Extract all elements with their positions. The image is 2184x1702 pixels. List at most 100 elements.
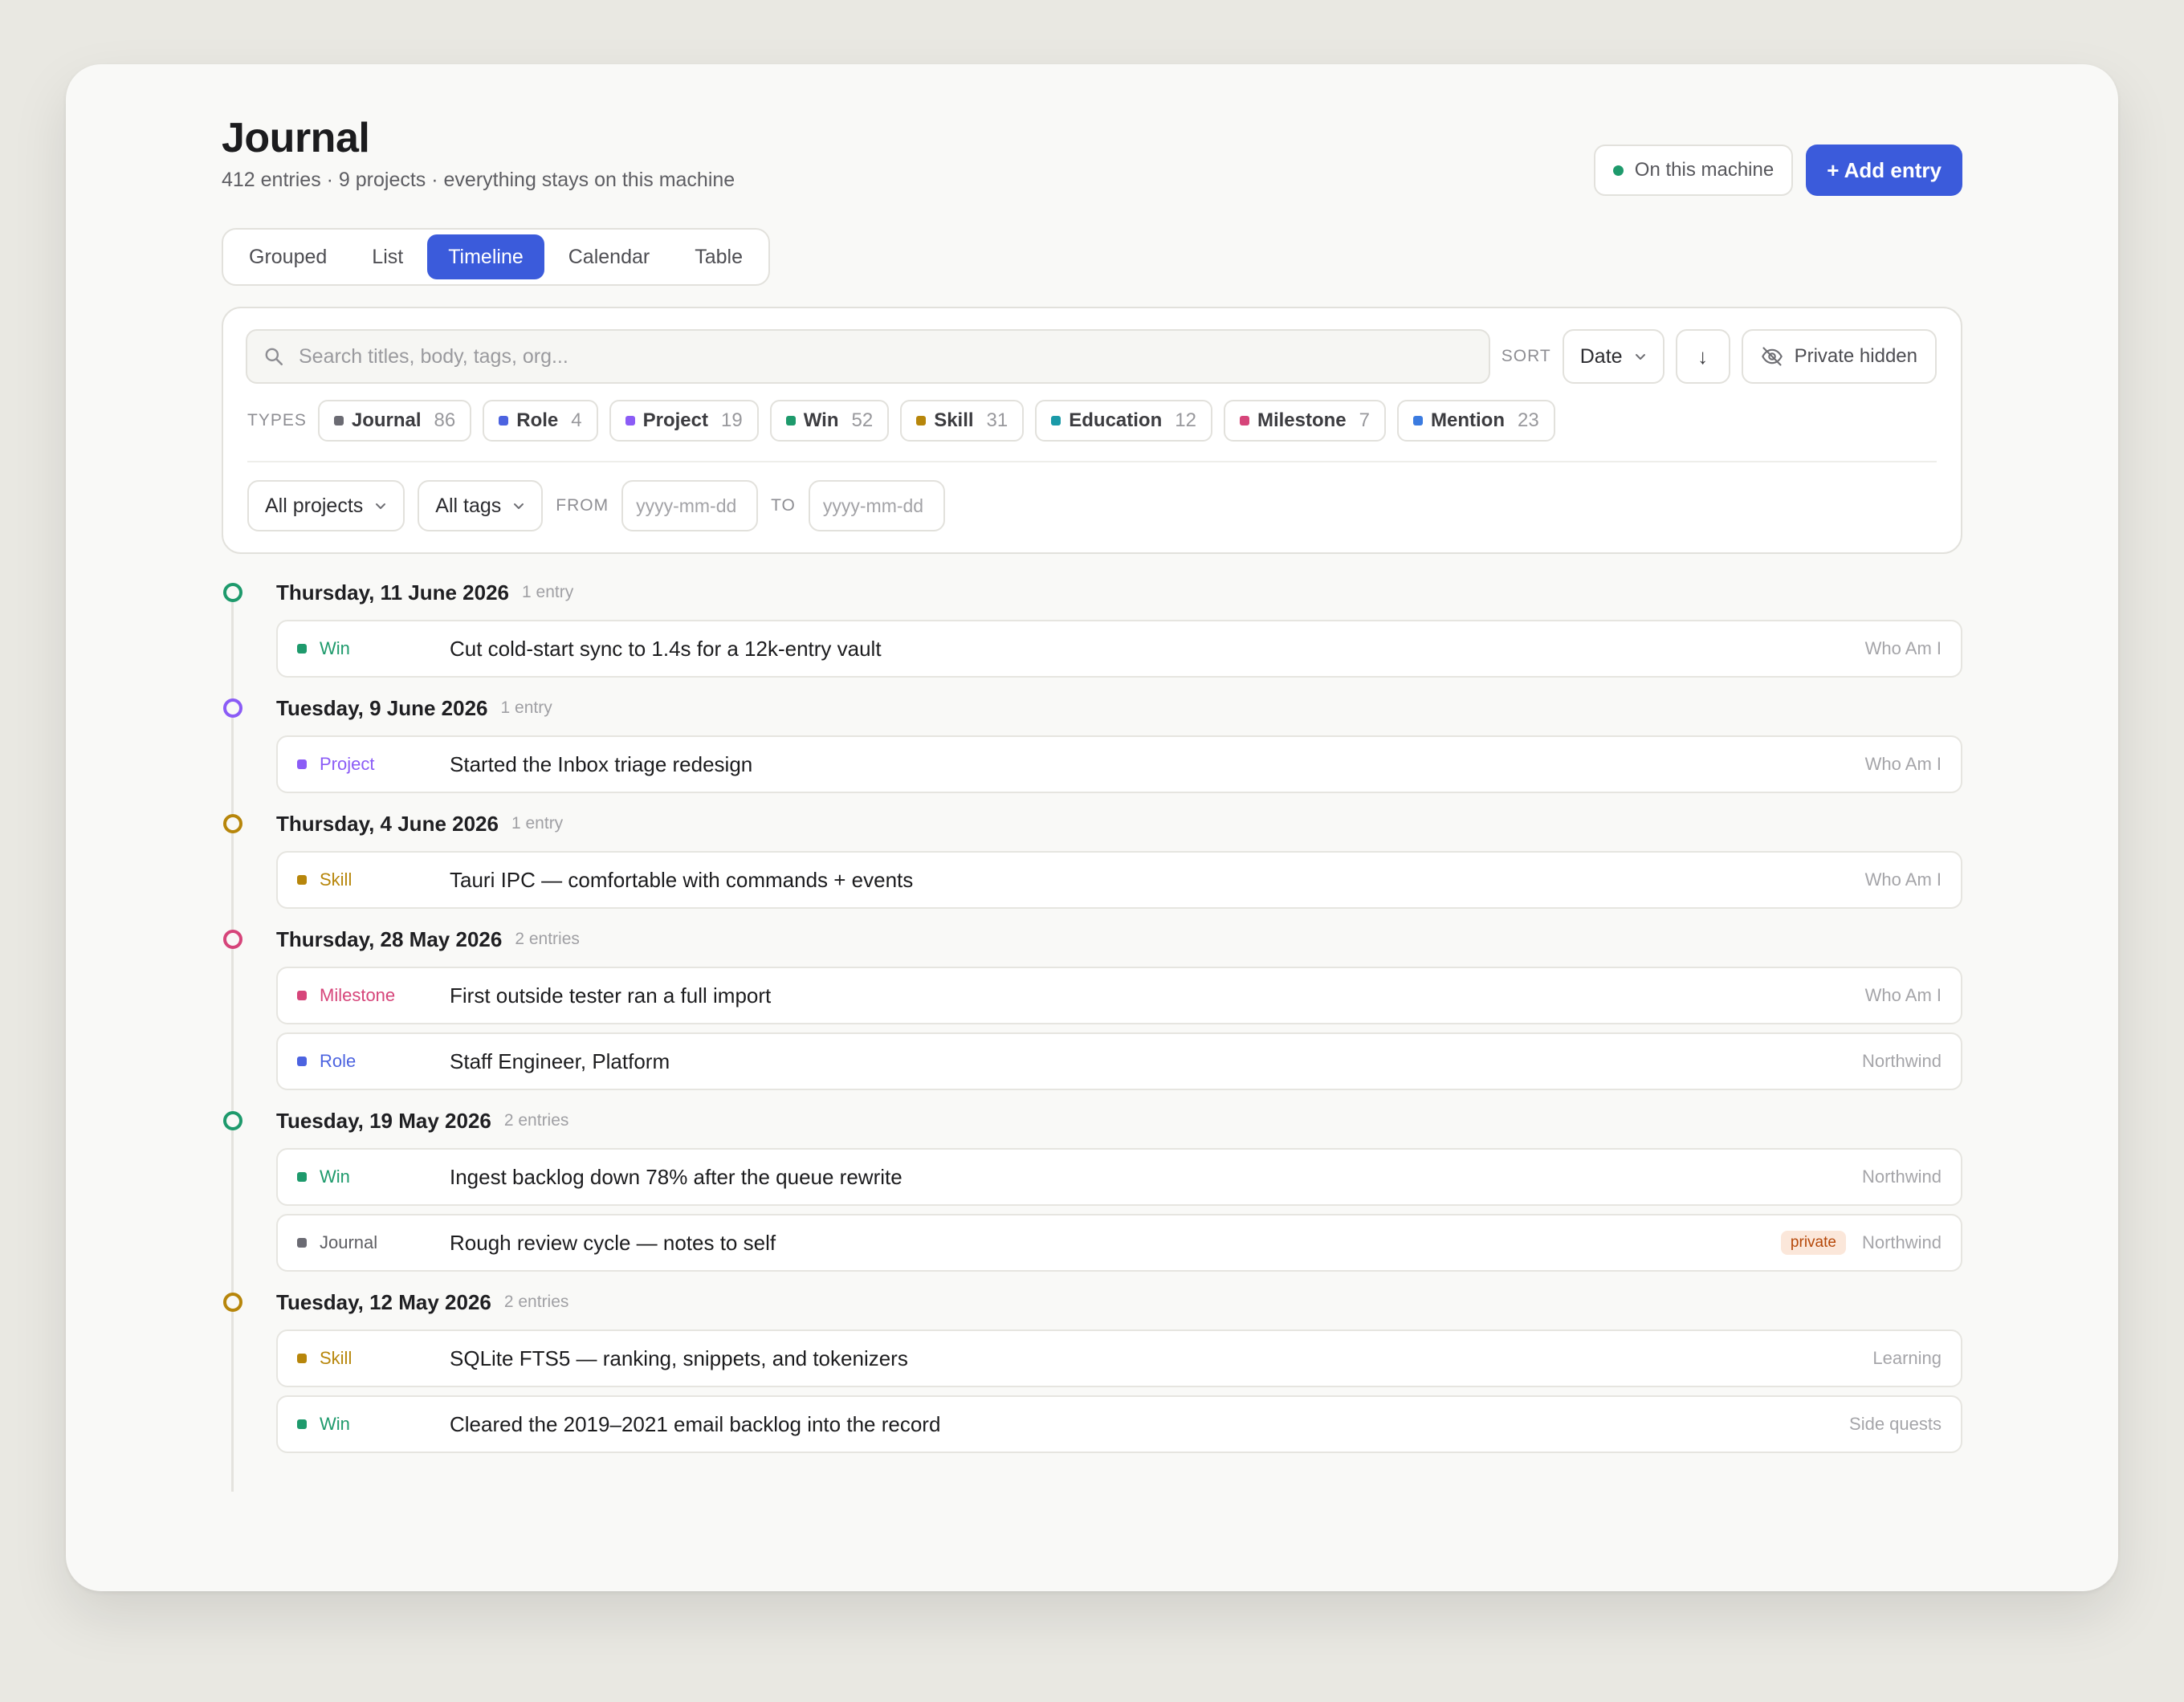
type-chip-label: Skill [934, 409, 974, 431]
entry-type-label: Skill [320, 1348, 352, 1368]
tab-list[interactable]: List [351, 234, 424, 279]
to-date-input[interactable] [808, 480, 945, 531]
chevron-down-icon [514, 503, 524, 509]
timeline-node-icon [223, 698, 242, 718]
type-color-swatch [297, 875, 307, 885]
entry-title: Cleared the 2019–2021 email backlog into… [450, 1411, 941, 1436]
entry-type: Milestone [297, 985, 450, 1006]
day-entry-count: 1 entry [522, 583, 574, 601]
entry-project: Northwind [1861, 1167, 1942, 1187]
timeline-node-icon [223, 814, 242, 833]
entry-project: Side quests [1849, 1414, 1942, 1434]
search-icon [265, 348, 283, 366]
entry-title: Staff Engineer, Platform [450, 1048, 670, 1073]
type-chip-count: 52 [851, 409, 874, 431]
entry-title: SQLite FTS5 — ranking, snippets, and tok… [450, 1346, 908, 1370]
timeline-node-icon [223, 1111, 242, 1130]
entry-project: Who Am I [1864, 985, 1942, 1005]
projects-dropdown[interactable]: All projects [247, 480, 405, 531]
entry-project: Who Am I [1864, 754, 1942, 774]
type-color-swatch [1239, 416, 1249, 426]
tags-dropdown[interactable]: All tags [418, 480, 544, 531]
tab-grouped[interactable]: Grouped [228, 234, 348, 279]
projects-dropdown-label: All projects [265, 494, 364, 517]
sort-value: Date [1579, 344, 1623, 368]
type-chip-label: Mention [1431, 409, 1505, 431]
filter-panel: SORT Date ↓ Private hidden [222, 307, 1962, 554]
entry-title: Tauri IPC — comfortable with commands + … [450, 867, 914, 892]
entry-project: Who Am I [1864, 638, 1942, 658]
tab-table[interactable]: Table [674, 234, 764, 279]
entry-type-label: Win [320, 1167, 350, 1187]
from-date-input[interactable] [621, 480, 759, 531]
entry-project: Learning [1872, 1348, 1942, 1368]
entry-row[interactable]: Win Cut cold-start sync to 1.4s for a 12k… [276, 620, 1962, 678]
entry-row[interactable]: Win Ingest backlog down 78% after the que… [276, 1148, 1962, 1206]
type-chip-win[interactable]: Win 52 [769, 400, 890, 442]
day-header: Thursday, 28 May 2026 2 entries [222, 922, 1962, 957]
search-box[interactable] [246, 329, 1490, 384]
sort-direction-button[interactable]: ↓ [1675, 329, 1730, 384]
entry-type: Win [297, 1414, 450, 1435]
to-label: TO [771, 496, 796, 515]
search-input[interactable] [297, 344, 1473, 369]
type-chip-project[interactable]: Project 19 [609, 400, 759, 442]
project-date-row: All projects All tags FROM TO [247, 480, 945, 531]
entry-type: Role [297, 1051, 450, 1072]
private-toggle-button[interactable]: Private hidden [1741, 329, 1937, 384]
type-color-swatch [297, 991, 307, 1000]
timeline-day-group: Thursday, 11 June 2026 1 entry Win Cut cold… [222, 575, 1962, 678]
type-chip-journal[interactable]: Journal 86 [317, 400, 472, 442]
timeline-day-group: Thursday, 28 May 2026 2 entries Milestone F… [222, 922, 1962, 1090]
tab-timeline[interactable]: Timeline [427, 234, 544, 279]
type-chip-skill[interactable]: Skill 31 [900, 400, 1025, 442]
entry-type: Win [297, 638, 450, 659]
entry-row[interactable]: Milestone First outside tester ran a full… [276, 967, 1962, 1024]
entry-project: Who Am I [1864, 869, 1942, 890]
private-toggle-label: Private hidden [1794, 345, 1917, 367]
entry-title: First outside tester ran a full import [450, 983, 772, 1008]
type-color-swatch [333, 416, 344, 426]
day-date: Thursday, 4 June 2026 [276, 811, 499, 836]
type-chip-mention[interactable]: Mention 23 [1397, 400, 1555, 442]
chevron-down-icon [376, 503, 386, 509]
local-storage-label: On this machine [1634, 159, 1774, 181]
type-chip-count: 19 [721, 409, 743, 431]
entry-row[interactable]: Win Cleared the 2019–2021 email backlog i… [276, 1395, 1962, 1453]
type-chip-label: Journal [351, 409, 422, 431]
type-chip-role[interactable]: Role 4 [483, 400, 598, 442]
entry-row[interactable]: Role Staff Engineer, Platform Northwind [276, 1032, 1962, 1090]
timeline-node-icon [223, 1293, 242, 1312]
timeline-node-icon [223, 583, 242, 602]
entry-type-label: Skill [320, 869, 352, 890]
view-tabs: Grouped List Timeline Calendar Table [222, 228, 770, 286]
app-window: Journal 412 entries · 9 projects · every… [66, 64, 2118, 1591]
type-filter-row: TYPES Journal 86 Role 4 Project 19 Win 52 Skill 3… [247, 400, 1555, 442]
day-entry-count: 2 entries [503, 1293, 569, 1311]
private-badge: private [1780, 1231, 1846, 1255]
type-color-swatch [297, 644, 307, 654]
type-chip-education[interactable]: Education 12 [1035, 400, 1212, 442]
type-color-swatch [625, 416, 635, 426]
entry-type: Win [297, 1167, 450, 1187]
entry-row[interactable]: Project Started the Inbox triage redesign… [276, 735, 1962, 793]
sort-dropdown[interactable]: Date [1562, 329, 1664, 384]
timeline: Thursday, 11 June 2026 1 entry Win Cut cold… [222, 575, 1962, 1492]
entry-type: Project [297, 754, 450, 775]
status-dot-icon [1612, 165, 1624, 176]
search-sort-row: SORT Date ↓ Private hidden [246, 329, 1937, 384]
sort-label: SORT [1501, 347, 1551, 365]
timeline-day-group: Tuesday, 19 May 2026 2 entries Win Ingest b… [222, 1103, 1962, 1272]
entry-row[interactable]: Journal Rough review cycle — notes to sel… [276, 1214, 1962, 1272]
day-entry-count: 2 entries [503, 1111, 569, 1130]
type-chip-milestone[interactable]: Milestone 7 [1223, 400, 1387, 442]
entry-row[interactable]: Skill SQLite FTS5 — ranking, snippets, an… [276, 1329, 1962, 1387]
eye-off-icon [1761, 347, 1783, 366]
timeline-day-group: Tuesday, 12 May 2026 2 entries Skill SQLite… [222, 1285, 1962, 1453]
day-date: Tuesday, 19 May 2026 [276, 1108, 491, 1133]
entry-title: Started the Inbox triage redesign [450, 751, 753, 776]
arrow-down-icon: ↓ [1697, 344, 1709, 368]
entry-row[interactable]: Skill Tauri IPC — comfortable with comman… [276, 851, 1962, 909]
add-entry-button[interactable]: + Add entry [1806, 145, 1962, 196]
tab-calendar[interactable]: Calendar [548, 234, 670, 279]
